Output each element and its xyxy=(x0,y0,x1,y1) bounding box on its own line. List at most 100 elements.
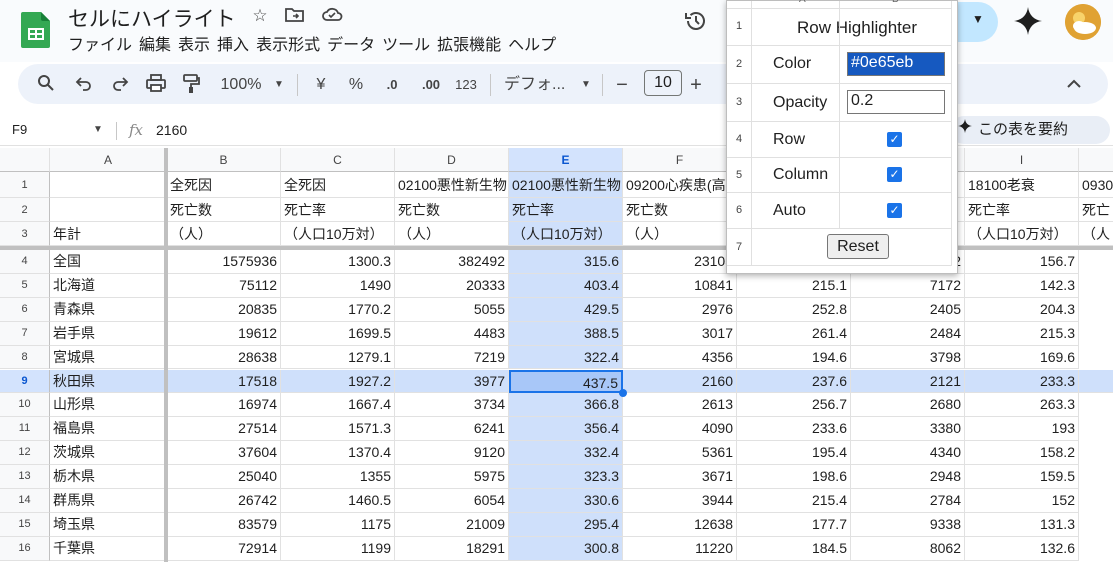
table-cell[interactable]: 330.6 xyxy=(509,489,623,513)
table-cell[interactable]: 9338 xyxy=(851,512,965,537)
table-cell[interactable]: 252.8 xyxy=(737,297,851,322)
header-cell[interactable]: （人口10万対） xyxy=(281,222,395,246)
table-cell[interactable]: 栃木県 xyxy=(50,465,167,489)
table-cell[interactable]: 184.5 xyxy=(737,536,851,561)
table-cell[interactable]: 25040 xyxy=(167,465,281,489)
table-cell[interactable]: 4090 xyxy=(623,417,737,442)
table-cell[interactable]: 2405 xyxy=(851,297,965,322)
active-cell[interactable]: 437.5 xyxy=(509,369,623,394)
currency-button[interactable]: ¥ xyxy=(314,74,328,96)
table-cell[interactable]: 3380 xyxy=(851,417,965,442)
menu-data[interactable]: データ xyxy=(327,31,382,55)
table-cell[interactable]: 261.4 xyxy=(737,321,851,346)
avatar[interactable] xyxy=(1065,4,1101,40)
header-cell[interactable]: （人） xyxy=(623,222,737,246)
table-cell[interactable]: 1279.1 xyxy=(281,345,395,370)
table-cell[interactable]: 1571.3 xyxy=(281,417,395,442)
table-cell[interactable]: 204.3 xyxy=(965,297,1079,322)
chevron-down-icon[interactable]: ▼ xyxy=(579,74,593,96)
table-cell[interactable]: 193 xyxy=(965,417,1079,442)
table-cell[interactable]: 300.8 xyxy=(509,536,623,561)
table-cell[interactable]: 1667.4 xyxy=(281,393,395,418)
table-cell[interactable]: 215.4 xyxy=(737,489,851,513)
table-cell[interactable]: 156.7 xyxy=(965,250,1079,274)
column-checkbox[interactable]: ✓ xyxy=(887,167,902,182)
paint-format-icon[interactable] xyxy=(181,74,201,96)
move-folder-icon[interactable] xyxy=(285,6,305,26)
auto-checkbox[interactable]: ✓ xyxy=(887,203,902,218)
row-header[interactable]: 16 xyxy=(0,536,50,561)
table-cell[interactable]: 3017 xyxy=(623,321,737,346)
table-cell[interactable]: 131.3 xyxy=(965,512,1079,537)
header-cell[interactable]: 死亡率 xyxy=(965,198,1079,222)
chevron-down-icon[interactable]: ▼ xyxy=(93,124,103,135)
table-cell[interactable]: 2121 xyxy=(851,369,965,394)
percent-button[interactable]: % xyxy=(346,74,366,96)
table-cell[interactable]: 75112 xyxy=(167,273,281,298)
table-cell[interactable]: 3671 xyxy=(623,465,737,489)
table-cell[interactable]: 20835 xyxy=(167,297,281,322)
table-cell[interactable]: 322.4 xyxy=(509,345,623,370)
decrease-decimal-button[interactable]: .0 xyxy=(380,74,404,96)
table-cell[interactable]: 1355 xyxy=(281,465,395,489)
header-cell[interactable]: 死亡率 xyxy=(509,198,623,222)
table-cell[interactable]: 37604 xyxy=(167,441,281,466)
increase-decimal-button[interactable]: .00 xyxy=(416,74,446,96)
table-cell[interactable]: 4340 xyxy=(851,441,965,466)
table-cell[interactable]: 2680 xyxy=(851,393,965,418)
table-cell[interactable]: 3734 xyxy=(395,393,509,418)
table-cell[interactable]: 28638 xyxy=(167,345,281,370)
table-cell[interactable]: 北海道 xyxy=(50,273,167,298)
header-cell[interactable]: 死亡数 xyxy=(395,198,509,222)
header-cell[interactable]: 02100悪性新生物 xyxy=(509,172,623,198)
table-cell[interactable]: 356.4 xyxy=(509,417,623,442)
table-cell[interactable]: 177.7 xyxy=(737,512,851,537)
table-cell[interactable]: 2484 xyxy=(851,321,965,346)
table-cell[interactable]: 1199 xyxy=(281,536,395,561)
table-cell[interactable]: 1300.3 xyxy=(281,250,395,274)
table-cell[interactable]: 233.3 xyxy=(965,369,1079,394)
row-header[interactable]: 15 xyxy=(0,512,50,537)
table-cell[interactable]: 20333 xyxy=(395,273,509,298)
version-history-icon[interactable] xyxy=(682,8,710,36)
redo-icon[interactable] xyxy=(110,74,130,96)
table-cell[interactable]: 233.6 xyxy=(737,417,851,442)
row-header[interactable]: 2 xyxy=(0,198,50,222)
table-cell[interactable]: 295.4 xyxy=(509,512,623,537)
column-header[interactable]: C xyxy=(281,148,395,172)
table-cell[interactable]: 全国 xyxy=(50,250,167,274)
table-cell[interactable]: 茨城県 xyxy=(50,441,167,466)
column-header[interactable]: F xyxy=(623,148,737,172)
row-header[interactable]: 11 xyxy=(0,417,50,442)
header-cell[interactable]: 年計 xyxy=(50,222,167,246)
column-header[interactable] xyxy=(1079,148,1113,172)
table-cell[interactable]: 7219 xyxy=(395,345,509,370)
gemini-sparkle-icon[interactable] xyxy=(1013,6,1043,43)
table-cell[interactable] xyxy=(1079,369,1113,394)
font-size-input[interactable]: 10 xyxy=(644,70,682,96)
row-header[interactable]: 6 xyxy=(0,297,50,322)
header-cell[interactable]: 死亡率 xyxy=(281,198,395,222)
row-header[interactable]: 8 xyxy=(0,345,50,370)
table-cell[interactable]: 6241 xyxy=(395,417,509,442)
table-cell[interactable]: 323.3 xyxy=(509,465,623,489)
freeze-divider-vertical[interactable] xyxy=(164,148,168,562)
table-cell[interactable]: 1927.2 xyxy=(281,369,395,394)
table-cell[interactable]: 152 xyxy=(965,489,1079,513)
table-cell[interactable]: 388.5 xyxy=(509,321,623,346)
table-cell[interactable]: 宮城県 xyxy=(50,345,167,370)
table-cell[interactable]: 194.6 xyxy=(737,345,851,370)
table-cell[interactable]: 195.4 xyxy=(737,441,851,466)
chevron-down-icon[interactable]: ▼ xyxy=(272,74,286,96)
table-cell[interactable]: 83579 xyxy=(167,512,281,537)
table-cell[interactable]: 千葉県 xyxy=(50,536,167,561)
row-header[interactable]: 5 xyxy=(0,273,50,298)
row-checkbox[interactable]: ✓ xyxy=(887,132,902,147)
table-cell[interactable]: 429.5 xyxy=(509,297,623,322)
cloud-status-icon[interactable] xyxy=(321,6,343,26)
table-cell[interactable]: 1490 xyxy=(281,273,395,298)
table-cell[interactable]: 159.5 xyxy=(965,465,1079,489)
table-cell[interactable]: 9120 xyxy=(395,441,509,466)
menu-extensions[interactable]: 拡張機能 xyxy=(437,31,508,55)
table-cell[interactable]: 10841 xyxy=(623,273,737,298)
